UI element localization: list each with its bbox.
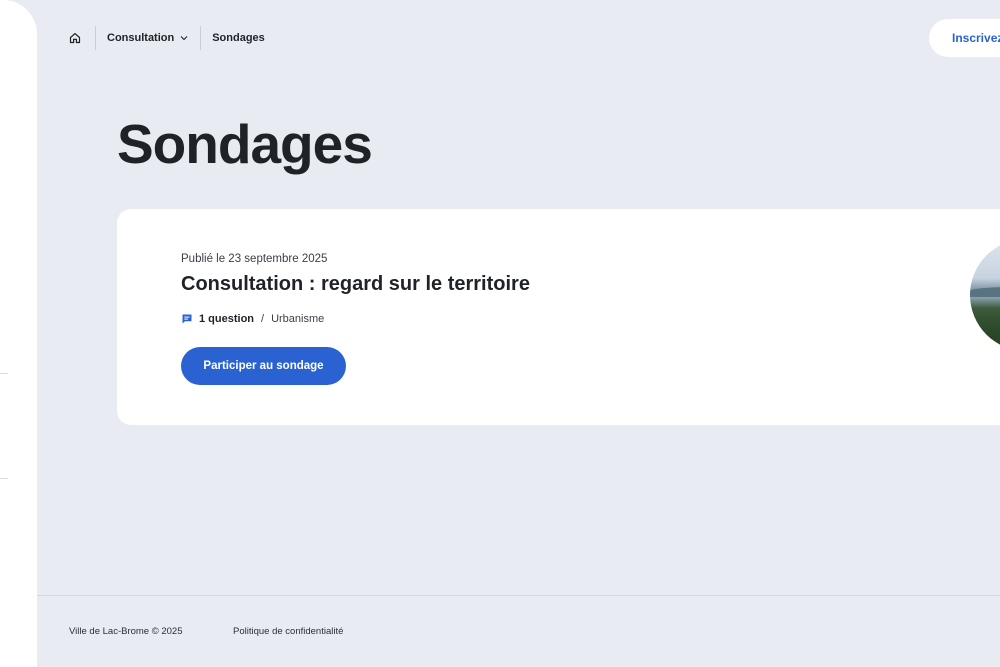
survey-card: Publié le 23 septembre 2025 Consultation… [117, 209, 1000, 425]
chevron-down-icon [180, 35, 188, 41]
chat-icon [181, 313, 193, 325]
breadcrumb-separator [200, 26, 202, 50]
privacy-policy-link[interactable]: Politique de confidentialité [233, 626, 343, 637]
side-panel-divider [0, 373, 8, 374]
survey-image-hill [970, 287, 1000, 297]
header: Consultation Sondages Inscrivez [37, 0, 1000, 76]
breadcrumb-current: Sondages [212, 32, 265, 44]
participate-button[interactable]: Participer au sondage [181, 347, 346, 385]
copyright-text: Ville de Lac-Brome © 2025 [69, 626, 183, 637]
survey-image [970, 239, 1000, 351]
breadcrumb-consultation[interactable]: Consultation [107, 32, 188, 44]
breadcrumb-separator [95, 26, 96, 50]
breadcrumb-consultation-label: Consultation [107, 32, 175, 44]
side-panel-divider [0, 478, 8, 479]
meta-separator: / [261, 313, 265, 325]
home-icon[interactable] [67, 30, 83, 46]
survey-meta: 1 question / Urbanisme [181, 313, 324, 325]
breadcrumb: Consultation Sondages [67, 26, 265, 50]
signup-button[interactable]: Inscrivez [929, 19, 1000, 57]
survey-title[interactable]: Consultation : regard sur le territoire [181, 273, 530, 296]
survey-category: Urbanisme [271, 313, 325, 325]
page-title: Sondages [117, 113, 373, 175]
footer: Ville de Lac-Brome © 2025 Politique de c… [37, 595, 1000, 667]
page: Consultation Sondages Inscrivez Sondages… [0, 0, 1000, 667]
question-count: 1 question [199, 313, 255, 325]
publish-date: Publié le 23 septembre 2025 [181, 253, 328, 265]
side-panel [0, 0, 37, 667]
